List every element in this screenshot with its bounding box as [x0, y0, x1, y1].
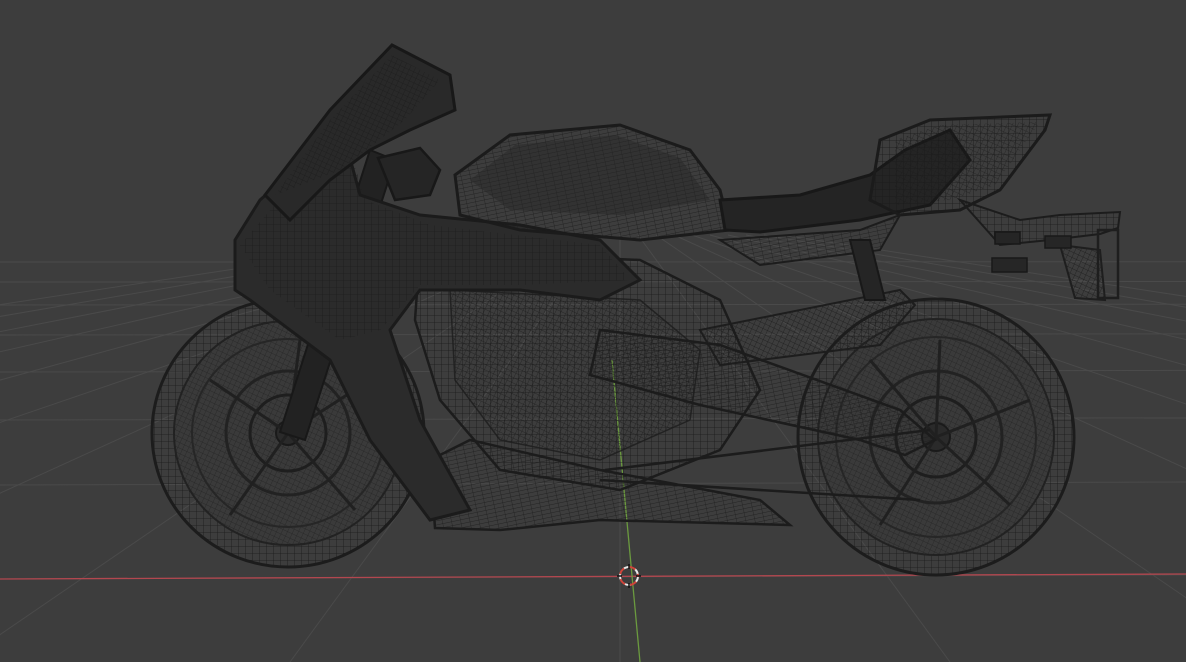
x-axis-line	[0, 573, 1186, 580]
viewport-scene[interactable]	[0, 0, 1186, 662]
3d-viewport[interactable]	[0, 0, 1186, 662]
motorbike-wireframe-model[interactable]	[150, 43, 1122, 577]
license-plate-bracket[interactable]	[956, 197, 1122, 302]
handlebar[interactable]	[376, 146, 442, 202]
